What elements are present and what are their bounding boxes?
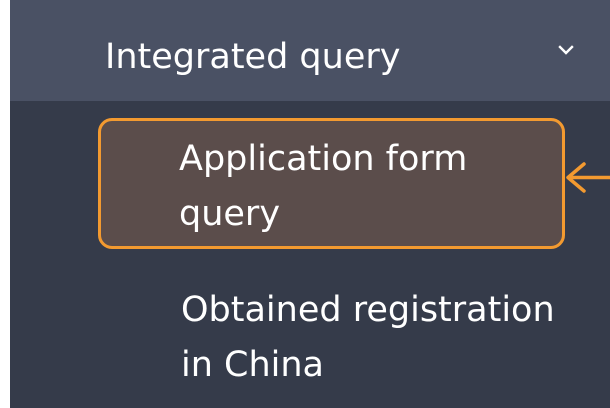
obtained-registration-in-china-item[interactable]: Obtained registration in China [98, 283, 565, 393]
integrated-query-label: Integrated query [105, 37, 401, 77]
integrated-query-menu[interactable]: Integrated query [10, 0, 610, 101]
screenshot-frame: Integrated query Application form query … [0, 0, 610, 408]
obtained-registration-in-china-label: Obtained registration in China [181, 290, 555, 385]
application-form-query-label: Application form query [179, 139, 468, 234]
application-form-query-item[interactable]: Application form query [98, 118, 565, 249]
sidebar-menu: Integrated query Application form query … [10, 0, 610, 408]
left-arrow-icon [566, 162, 610, 193]
chevron-down-icon[interactable] [558, 44, 574, 56]
